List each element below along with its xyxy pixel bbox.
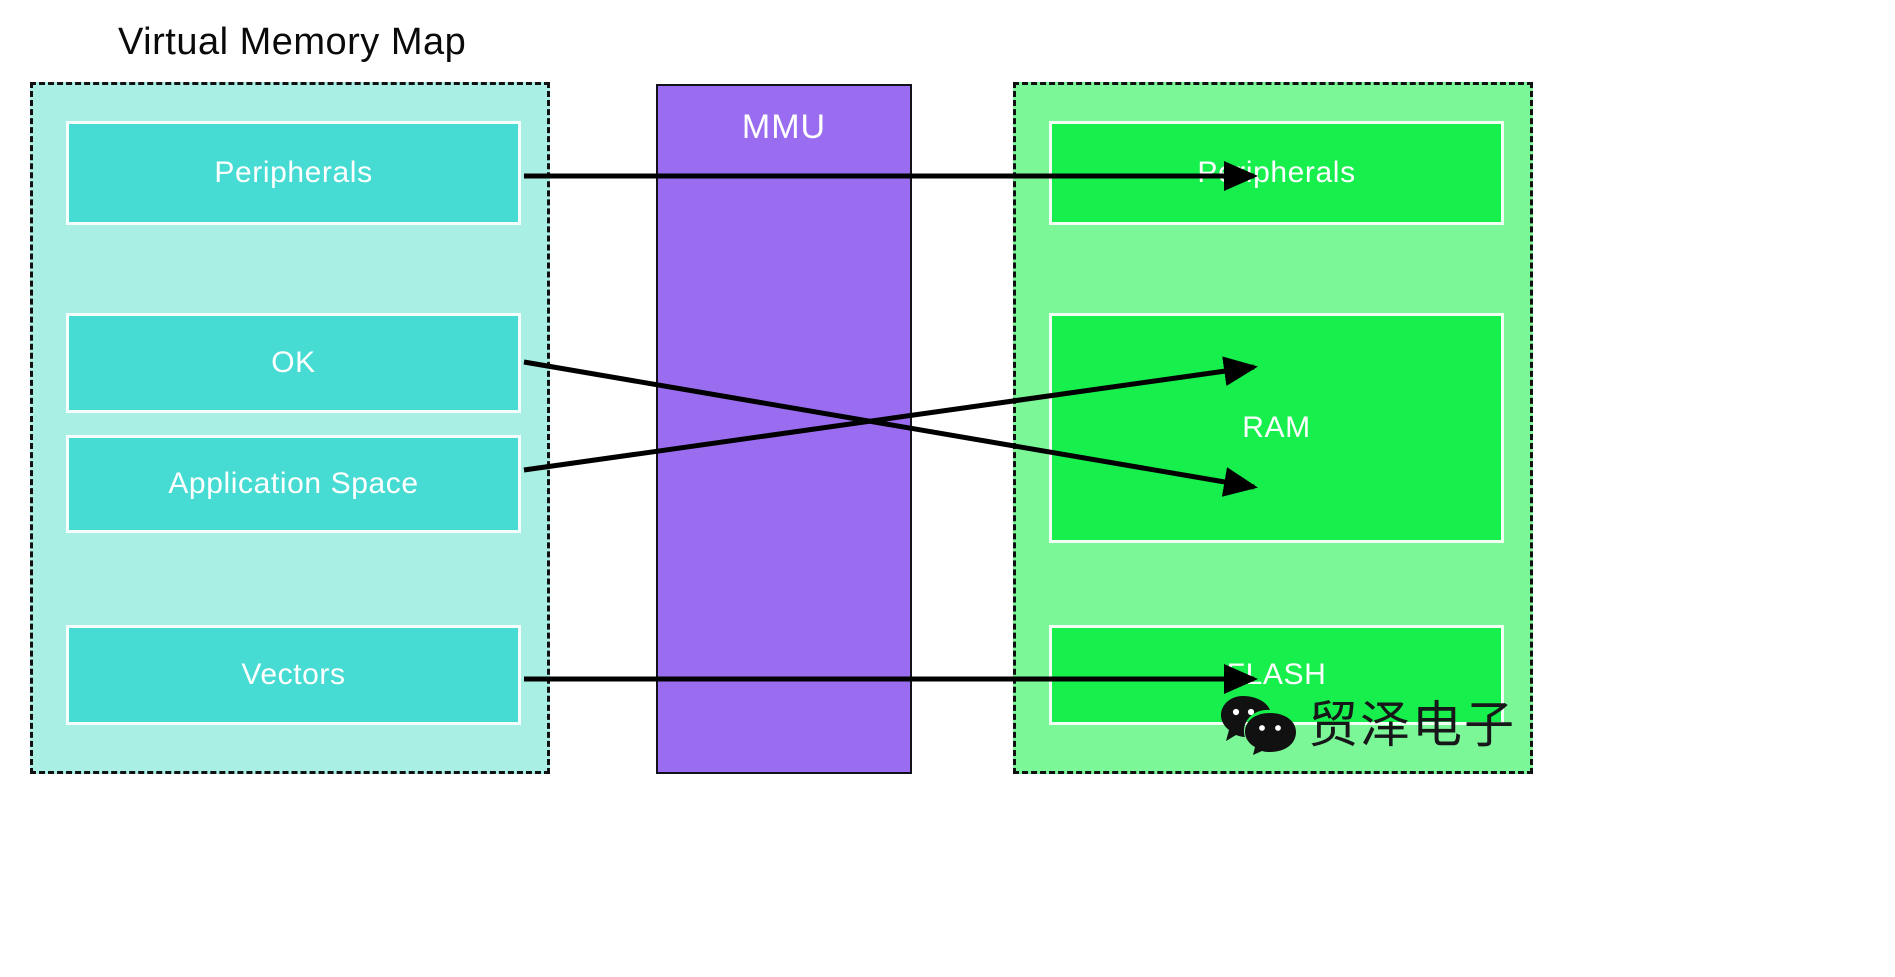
virtual-block-application-space: Application Space: [66, 435, 521, 533]
page-title: Virtual Memory Map: [118, 21, 467, 63]
physical-block-ram-label: RAM: [1242, 411, 1311, 444]
virtual-block-ok-label: OK: [271, 346, 316, 379]
diagram-canvas: Virtual Memory Map Peripherals OK Applic…: [0, 0, 1895, 977]
virtual-block-ok: OK: [66, 313, 521, 413]
virtual-block-peripherals: Peripherals: [66, 121, 521, 225]
physical-block-ram: RAM: [1049, 313, 1504, 543]
physical-block-flash-label: FLASH: [1226, 658, 1327, 691]
virtual-block-peripherals-label: Peripherals: [214, 156, 373, 189]
physical-block-peripherals-label: Peripherals: [1197, 156, 1356, 189]
watermark-text: 贸泽电子: [1308, 696, 1516, 754]
virtual-block-vectors-label: Vectors: [241, 658, 346, 691]
mmu-block: MMU: [656, 84, 912, 774]
watermark: 贸泽电子: [1220, 694, 1516, 756]
physical-block-peripherals: Peripherals: [1049, 121, 1504, 225]
virtual-memory-region: Peripherals OK Application Space Vectors: [30, 82, 550, 774]
mmu-label: MMU: [741, 108, 827, 146]
wechat-icon: [1221, 696, 1296, 755]
virtual-block-vectors: Vectors: [66, 625, 521, 725]
virtual-block-application-space-label: Application Space: [168, 467, 419, 500]
physical-memory-region: Peripherals RAM FLASH: [1013, 82, 1533, 774]
